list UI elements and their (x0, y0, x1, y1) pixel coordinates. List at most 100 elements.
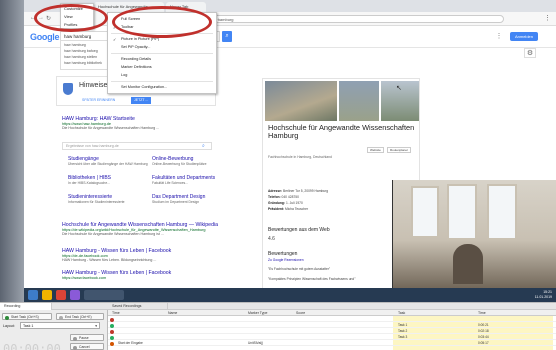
check-icon: ✓ (113, 37, 117, 42)
column-header[interactable]: Name (168, 310, 177, 316)
taskbar-clock: 15:21 11.01.2019 (534, 290, 552, 299)
marker-table: Time Name Marker Type Score Task Time Ta… (108, 310, 556, 350)
review-quote: "Es Fachhochschule mit gutem Ausstatter" (268, 267, 331, 271)
table-row[interactable] (108, 317, 556, 322)
cancel-button[interactable]: Cancel (70, 343, 104, 350)
desktop-edge (0, 0, 24, 302)
remind-later-button[interactable]: SPÄTER ERINNERN (79, 97, 118, 104)
sitelink[interactable]: Studiengänge Übersicht über alle Studieng… (68, 156, 158, 166)
browser-tabstrip: Hochschule für Angewandte... Neuer Tab (24, 0, 556, 12)
column-header[interactable]: Score (296, 310, 305, 316)
tab-saved-recordings[interactable]: Saved Recordings (108, 303, 168, 310)
explorer-icon[interactable] (42, 290, 52, 300)
column-header[interactable]: Marker Type (248, 310, 267, 316)
room-window (411, 186, 439, 238)
highlight-ring (34, 4, 108, 32)
suggestion-item[interactable]: haw hamburg bibliothek (64, 61, 102, 65)
menu-item-recording-details[interactable]: Recording Details (121, 57, 151, 61)
menu-item-pip-opacity[interactable]: Set PiP Opacity... (121, 45, 150, 49)
start-task-button[interactable]: Start Task (Ctrl+S) (2, 313, 52, 320)
campus-photo[interactable] (265, 81, 337, 121)
suggestion-item[interactable]: haw hamburg stellen (64, 55, 97, 59)
reviews-link[interactable]: Zu Google Rezensionen (268, 258, 304, 262)
campus-photo[interactable] (339, 81, 379, 121)
webcam-pip[interactable] (392, 180, 556, 290)
recorder-controls: Start Task (Ctrl+S) End Task (Ctrl+E) La… (0, 310, 108, 350)
recorder-taskbar-button[interactable] (84, 290, 124, 300)
search-result: HAW Hamburg - Wissen fürs Leben | Facebo… (62, 248, 242, 262)
pause-button[interactable]: Pause (70, 334, 104, 341)
taskbar: 15:21 11.01.2019 (24, 288, 556, 302)
table-row[interactable]: Task 2 0:02:18 (108, 329, 556, 334)
suggestion-item[interactable]: haw hamburg bafoeg (64, 49, 98, 53)
menu-item-marker-definitions[interactable]: Marker Definitions (121, 65, 152, 69)
status-dot (110, 335, 114, 340)
notice-now-button[interactable]: JETZT ... (131, 97, 152, 104)
menu-item-monitor-config[interactable]: Set Monitor Configuration... (121, 85, 167, 89)
faq-heading: Bewertungen (268, 251, 298, 257)
app-icon[interactable] (70, 290, 80, 300)
kp-title: Hochschule für Angewandte Wissenschaften… (268, 123, 415, 140)
stop-icon (59, 315, 63, 320)
reviews-heading: Bewertungen aus dem Web (268, 227, 330, 233)
sitelink[interactable]: Studieninteressierte Informationen für St… (68, 194, 148, 204)
search-result: HAW Hamburg - Wissen fürs Leben | Facebo… (62, 270, 242, 280)
cursor-icon: ↖ (396, 85, 402, 92)
status-dot (110, 323, 114, 328)
captured-screen: Hochschule für Angewandte... Neuer Tab ←… (24, 0, 556, 302)
chevron-down-icon: ▾ (95, 324, 97, 328)
status-dot (110, 341, 114, 346)
menu-separator (111, 53, 213, 54)
result-snippet: HAW Hamburg - Wissen fürs Leben. Bildung… (62, 258, 157, 262)
website-button[interactable]: Website (367, 147, 384, 153)
menu-item-log[interactable]: Log (121, 73, 127, 77)
column-header[interactable]: Time (112, 310, 120, 316)
sitelink[interactable]: Das Department Design Studium im Departme… (152, 194, 232, 204)
suggestion-item[interactable]: haw hamburg (64, 43, 86, 47)
chrome-icon[interactable] (56, 290, 66, 300)
kp-fact: Adresse: Berliner Tor 5, 20099 Hamburg (268, 189, 329, 193)
tab-recording[interactable]: Recording (0, 303, 52, 310)
menu-separator (111, 81, 213, 82)
search-icon[interactable]: ⌕ (202, 143, 205, 149)
apps-icon[interactable]: ⋮ (494, 32, 504, 41)
end-task-button[interactable]: End Task (Ctrl+E) (56, 313, 104, 320)
result-url[interactable]: https://www.facebook.com (62, 276, 242, 280)
rating: 4.6 (268, 236, 275, 242)
signin-button[interactable]: Anmelden (510, 32, 538, 41)
sitelink[interactable]: Bibliotheken | HIBS In der HIBS-Katalogsu… (68, 175, 148, 185)
pause-icon (73, 336, 77, 341)
kp-fact: Telefon: 040 428750 (268, 195, 299, 199)
site-search-input[interactable]: Ergebnisse von haw-hamburg.de (62, 142, 212, 150)
cancel-icon (73, 345, 77, 350)
kp-fact: Präsident: Micha Teuscher (268, 207, 309, 211)
sitelink[interactable]: Online-Bewerbung Online-Bewerbung für Stu… (152, 156, 232, 166)
kp-fact: Gründung: 1. Juli 1970 (268, 201, 303, 205)
table-row[interactable]: Task 3 0:03:44 (108, 335, 556, 340)
menu-icon[interactable]: ⋮ (544, 14, 551, 22)
recording-timer: 00:00:00 (3, 342, 61, 350)
result-snippet: Die Hochschule für Angewandte Wissenscha… (62, 126, 160, 130)
table-row[interactable]: Start der Eingabe UnitStVal() 0:05:17 (108, 341, 556, 346)
gear-icon[interactable]: ⚙ (524, 48, 536, 58)
person-silhouette (453, 244, 483, 284)
search-icon[interactable]: ⌕ (222, 31, 232, 42)
search-result: Hochschule für Angewandte Wissenschaften… (62, 222, 242, 236)
status-dot (110, 329, 114, 334)
review-quote: "Kompaktes Prinzipien Wissenschaft des F… (268, 277, 356, 281)
layout-label: Layout: (3, 324, 15, 328)
sitelink[interactable]: Fakultäten und Departments Fakultät Life … (152, 175, 232, 185)
recorder-app: Recording Saved Recordings Start Task (C… (0, 302, 556, 350)
result-snippet: Die Hochschule für Angewandte Wissenscha… (62, 232, 164, 236)
table-row[interactable]: Task 1 0:00:21 (108, 323, 556, 328)
notice-title: Hinweise (79, 82, 108, 89)
recorder-tabs: Recording Saved Recordings (0, 303, 556, 310)
route-button[interactable]: Routenplaner (387, 147, 412, 153)
layout-select[interactable]: Task 1 ▾ (20, 322, 100, 329)
room-window (447, 184, 477, 240)
shield-icon (63, 83, 73, 95)
start-icon[interactable] (28, 290, 38, 300)
highlight-ring (112, 6, 212, 38)
google-logo[interactable]: Google (30, 32, 60, 42)
room-window (487, 184, 517, 240)
